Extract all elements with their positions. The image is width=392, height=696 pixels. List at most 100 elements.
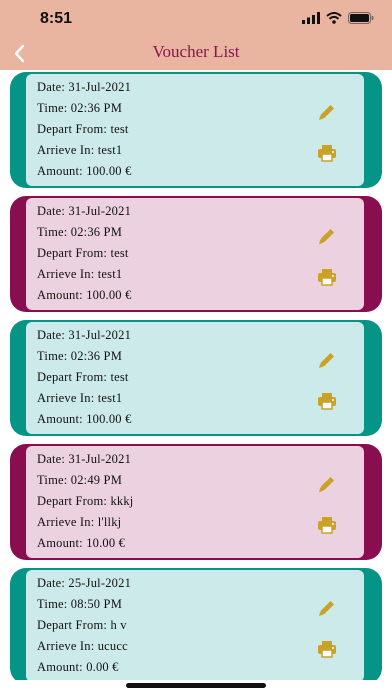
voucher-depart-value: kkkj (110, 494, 134, 508)
voucher-amount-value: 100.00 € (86, 164, 132, 178)
voucher-date-label: Date: (37, 204, 66, 218)
signal-icon (302, 12, 320, 24)
voucher-time-label: Time: (37, 473, 68, 487)
voucher-card[interactable]: Date: 31-Jul-2021 Time: 02:49 PM Depart Fr… (10, 444, 382, 560)
voucher-time-label: Time: (37, 349, 68, 363)
voucher-depart-line: Depart From: test (37, 246, 129, 261)
voucher-arrive-value: test1 (97, 391, 123, 405)
voucher-arrive-line: Arrieve In: ucucc (37, 639, 128, 654)
voucher-depart-value: test (110, 122, 129, 136)
voucher-depart-label: Depart From: (37, 246, 108, 260)
status-time: 8:51 (40, 10, 73, 27)
voucher-time-value: 02:36 PM (70, 349, 123, 363)
voucher-time-value: 02:49 PM (70, 473, 123, 487)
voucher-date-line: Date: 31-Jul-2021 (37, 204, 131, 219)
voucher-arrive-line: Arrieve In: l'llkj (37, 515, 121, 530)
voucher-date-label: Date: (37, 328, 66, 342)
voucher-date-line: Date: 25-Jul-2021 (37, 576, 131, 591)
voucher-depart-line: Depart From: h v (37, 618, 127, 633)
voucher-depart-value: test (110, 370, 129, 384)
wifi-icon (326, 12, 342, 24)
pencil-icon[interactable] (316, 473, 338, 495)
voucher-time-label: Time: (37, 597, 68, 611)
voucher-arrive-line: Arrieve In: test1 (37, 143, 122, 158)
printer-icon[interactable] (316, 638, 338, 660)
printer-icon[interactable] (316, 390, 338, 412)
voucher-date-line: Date: 31-Jul-2021 (37, 328, 131, 343)
voucher-date-value: 31-Jul-2021 (68, 328, 132, 342)
voucher-arrive-label: Arrieve In: (37, 515, 95, 529)
voucher-arrive-value: test1 (97, 267, 123, 281)
status-bar: 8:51 (0, 0, 392, 38)
voucher-details: Date: 31-Jul-2021 Time: 02:36 PM Depart Fr… (26, 198, 364, 310)
pencil-icon[interactable] (316, 101, 338, 123)
voucher-arrive-value: ucucc (97, 639, 128, 653)
voucher-details: Date: 31-Jul-2021 Time: 02:36 PM Depart Fr… (26, 322, 364, 434)
voucher-amount-value: 10.00 € (86, 536, 126, 550)
voucher-depart-line: Depart From: kkkj (37, 494, 133, 509)
printer-icon[interactable] (316, 142, 338, 164)
voucher-date-label: Date: (37, 452, 66, 466)
voucher-time-line: Time: 02:49 PM (37, 473, 122, 488)
voucher-time-line: Time: 02:36 PM (37, 101, 122, 116)
voucher-amount-line: Amount: 100.00 € (37, 288, 132, 303)
voucher-amount-value: 100.00 € (86, 412, 132, 426)
voucher-date-value: 25-Jul-2021 (68, 576, 132, 590)
voucher-amount-label: Amount: (37, 288, 83, 302)
voucher-time-line: Time: 02:36 PM (37, 349, 122, 364)
voucher-arrive-line: Arrieve In: test1 (37, 391, 122, 406)
voucher-date-label: Date: (37, 576, 66, 590)
voucher-amount-value: 100.00 € (86, 288, 132, 302)
voucher-card[interactable]: Date: 25-Jul-2021 Time: 08:50 PM Depart Fr… (10, 568, 382, 680)
voucher-arrive-label: Arrieve In: (37, 639, 95, 653)
voucher-amount-label: Amount: (37, 164, 83, 178)
voucher-arrive-line: Arrieve In: test1 (37, 267, 122, 282)
voucher-amount-label: Amount: (37, 412, 83, 426)
voucher-amount-label: Amount: (37, 536, 83, 550)
voucher-depart-label: Depart From: (37, 618, 108, 632)
voucher-amount-line: Amount: 10.00 € (37, 536, 125, 551)
voucher-date-value: 31-Jul-2021 (68, 204, 132, 218)
printer-icon[interactable] (316, 514, 338, 536)
printer-icon[interactable] (316, 266, 338, 288)
voucher-amount-line: Amount: 100.00 € (37, 164, 132, 179)
voucher-depart-line: Depart From: test (37, 122, 129, 137)
pencil-icon[interactable] (316, 225, 338, 247)
pencil-icon[interactable] (316, 597, 338, 619)
voucher-depart-label: Depart From: (37, 122, 108, 136)
voucher-date-value: 31-Jul-2021 (68, 452, 132, 466)
voucher-date-line: Date: 31-Jul-2021 (37, 452, 131, 467)
voucher-date-label: Date: (37, 80, 66, 94)
voucher-details: Date: 25-Jul-2021 Time: 08:50 PM Depart Fr… (26, 570, 364, 680)
status-icons (302, 12, 374, 24)
voucher-arrive-label: Arrieve In: (37, 143, 95, 157)
voucher-list[interactable]: Date: 31-Jul-2021 Time: 02:36 PM Depart Fr… (0, 70, 392, 680)
voucher-date-value: 31-Jul-2021 (68, 80, 132, 94)
voucher-arrive-label: Arrieve In: (37, 267, 95, 281)
voucher-amount-label: Amount: (37, 660, 83, 674)
battery-icon (348, 12, 374, 24)
voucher-time-value: 02:36 PM (70, 225, 123, 239)
voucher-amount-value: 0.00 € (86, 660, 119, 674)
voucher-depart-value: test (110, 246, 129, 260)
pencil-icon[interactable] (316, 349, 338, 371)
voucher-amount-line: Amount: 100.00 € (37, 412, 132, 427)
voucher-time-label: Time: (37, 225, 68, 239)
voucher-depart-label: Depart From: (37, 494, 108, 508)
voucher-card[interactable]: Date: 31-Jul-2021 Time: 02:36 PM Depart Fr… (10, 320, 382, 436)
voucher-time-label: Time: (37, 101, 68, 115)
voucher-time-value: 02:36 PM (70, 101, 123, 115)
voucher-card[interactable]: Date: 31-Jul-2021 Time: 02:36 PM Depart Fr… (10, 72, 382, 188)
voucher-amount-line: Amount: 0.00 € (37, 660, 119, 675)
voucher-date-line: Date: 31-Jul-2021 (37, 80, 131, 95)
voucher-card[interactable]: Date: 31-Jul-2021 Time: 02:36 PM Depart Fr… (10, 196, 382, 312)
home-indicator (126, 683, 266, 688)
voucher-depart-line: Depart From: test (37, 370, 129, 385)
voucher-details: Date: 31-Jul-2021 Time: 02:49 PM Depart Fr… (26, 446, 364, 558)
voucher-arrive-label: Arrieve In: (37, 391, 95, 405)
voucher-time-line: Time: 08:50 PM (37, 597, 122, 612)
page-title: Voucher List (152, 42, 240, 61)
voucher-depart-value: h v (110, 618, 127, 632)
voucher-time-value: 08:50 PM (70, 597, 123, 611)
voucher-arrive-value: l'llkj (97, 515, 122, 529)
